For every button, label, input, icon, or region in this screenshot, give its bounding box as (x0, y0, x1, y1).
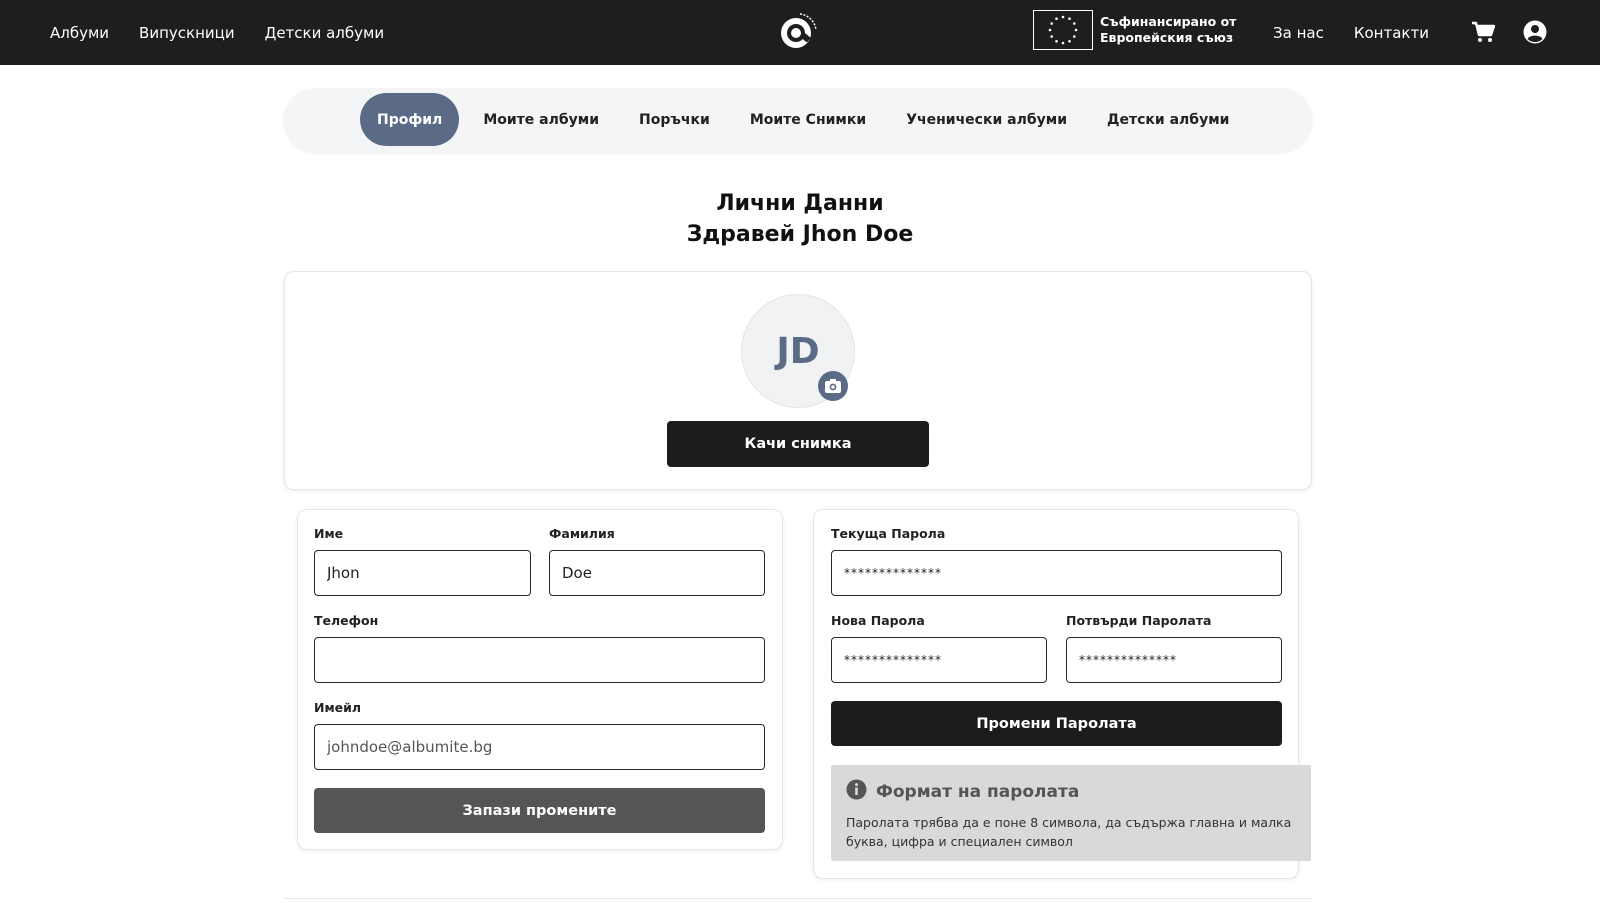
email-field[interactable] (314, 724, 765, 770)
tab-orders[interactable]: Поръчки (619, 93, 730, 146)
tab-profile[interactable]: Профил (360, 93, 460, 146)
user-account-icon[interactable] (1522, 19, 1548, 45)
confirm-password-field[interactable] (1066, 637, 1282, 683)
save-changes-button[interactable]: Запази промените (314, 788, 765, 833)
new-password-field[interactable] (831, 637, 1047, 683)
nav-link-kids-albums[interactable]: Детски албуми (265, 24, 384, 42)
camera-icon[interactable] (818, 371, 848, 401)
password-format-text: Паролата трябва да е поне 8 символа, да … (846, 815, 1292, 849)
secondary-nav: За нас Контакти (1273, 0, 1429, 65)
main-nav: Албуми Випускници Детски албуми (50, 0, 384, 65)
page-heading: Лични Данни Здравей Jhon Doe (0, 188, 1600, 250)
confirm-password-label: Потвърди Паролата (1066, 613, 1212, 628)
avatar-initials: JD (776, 330, 820, 372)
password-format-info: Формат на паролата Паролата трябва да е … (831, 765, 1311, 861)
phone-label: Телефон (314, 613, 379, 628)
nav-link-albums[interactable]: Албуми (50, 24, 109, 42)
info-icon (846, 779, 867, 805)
nav-link-contacts[interactable]: Контакти (1354, 24, 1429, 42)
phone-field[interactable] (314, 637, 765, 683)
profile-tabs: Профил Моите албуми Поръчки Моите Снимки… (360, 93, 1249, 146)
eu-flag-icon (1033, 10, 1093, 50)
tab-student-albums[interactable]: Ученически албуми (886, 93, 1087, 146)
last-name-label: Фамилия (549, 526, 615, 541)
first-name-label: Име (314, 526, 344, 541)
greeting: Здравей Jhon Doe (686, 222, 914, 247)
eu-cofunded-badge: Съфинансирано от Европейския съюз (1033, 10, 1240, 50)
new-password-label: Нова Парола (831, 613, 925, 628)
tab-my-photos[interactable]: Моите Снимки (730, 93, 886, 146)
tab-kids-albums[interactable]: Детски албуми (1087, 93, 1249, 146)
top-navigation-bar: Албуми Випускници Детски албуми Съфинанс… (0, 0, 1600, 65)
next-section-edge (284, 898, 1312, 903)
last-name-field[interactable] (549, 550, 765, 596)
cart-icon[interactable] (1470, 19, 1496, 45)
first-name-field[interactable] (314, 550, 531, 596)
current-password-label: Текуща Парола (831, 526, 946, 541)
tab-my-albums[interactable]: Моите албуми (463, 93, 619, 146)
current-password-field[interactable] (831, 550, 1282, 596)
profile-tabs-bar: Профил Моите албуми Поръчки Моите Снимки… (284, 88, 1312, 152)
upload-photo-button[interactable]: Качи снимка (667, 421, 929, 467)
change-password-button[interactable]: Промени Паролата (831, 701, 1282, 746)
albumite-logo-icon[interactable] (775, 8, 821, 54)
eu-cofunded-label: Съфинансирано от Европейския съюз (1100, 14, 1237, 45)
email-label: Имейл (314, 700, 362, 715)
nav-link-graduates[interactable]: Випускници (139, 24, 235, 42)
nav-link-about[interactable]: За нас (1273, 24, 1324, 42)
page-title: Лични Данни (716, 191, 884, 216)
password-format-title: Формат на паролата (876, 782, 1080, 802)
password-format-heading: Формат на паролата (846, 779, 1296, 805)
